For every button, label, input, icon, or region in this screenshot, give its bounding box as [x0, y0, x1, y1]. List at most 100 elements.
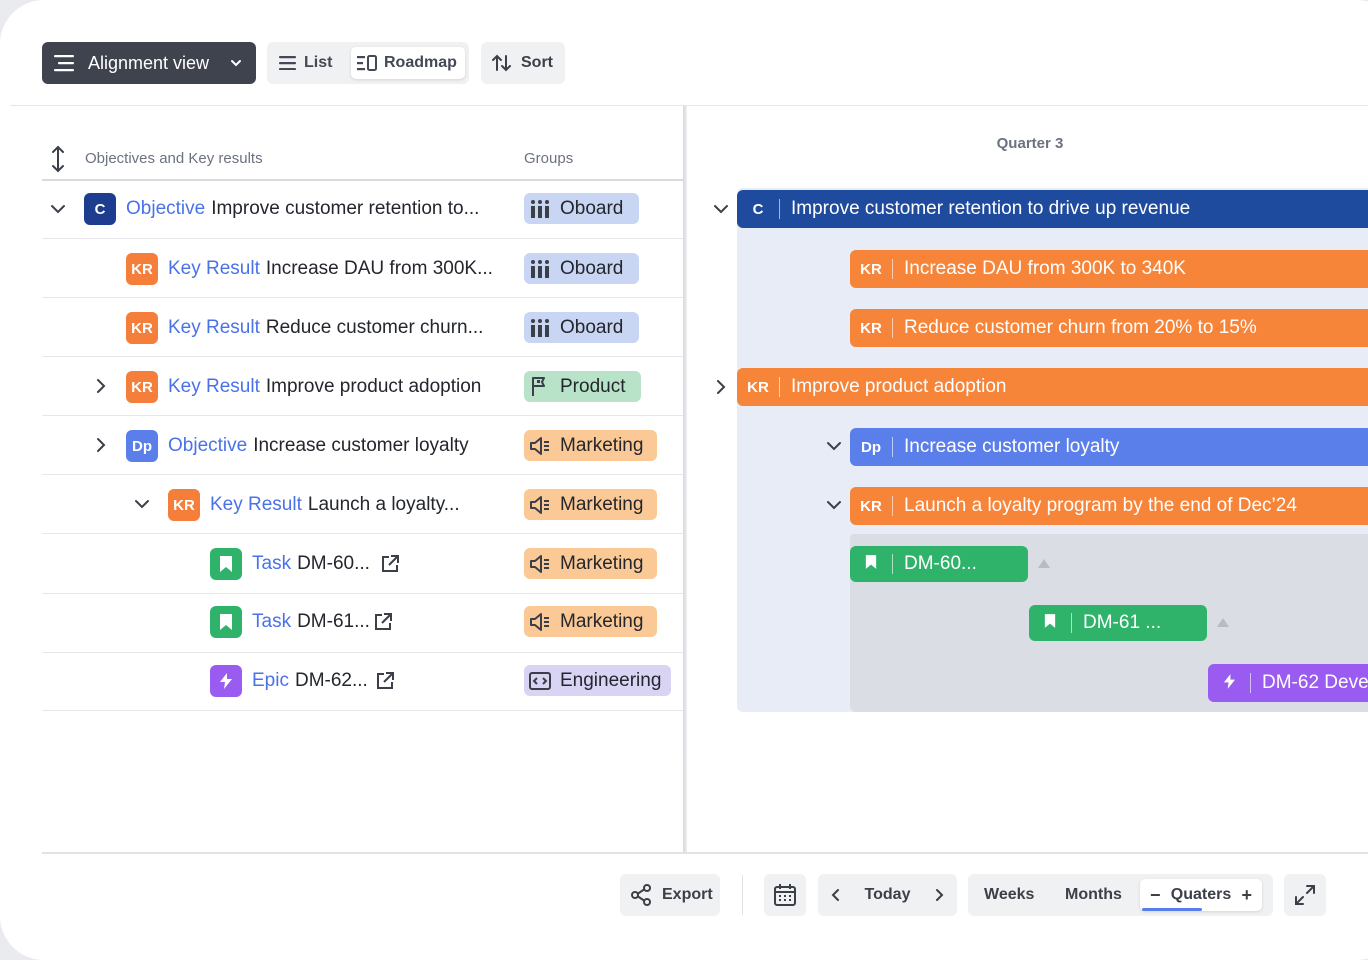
- fullscreen-button[interactable]: [1284, 874, 1326, 916]
- footer-divider: [42, 852, 1368, 854]
- time-scale-switcher: Weeks Months − Quaters +: [968, 874, 1273, 916]
- export-button[interactable]: Export: [620, 874, 720, 916]
- row-text: DM-61...: [297, 611, 370, 632]
- group-tag-marketing[interactable]: Marketing: [524, 489, 657, 520]
- roadmap-view-button[interactable]: Roadmap: [351, 47, 465, 79]
- app-window: Alignment view List Roadmap Sort Objecti…: [0, 0, 1368, 960]
- row-divider: [42, 415, 683, 416]
- expand-collapse-all-icon[interactable]: [50, 145, 66, 173]
- chevron-down-icon: [231, 60, 242, 67]
- row-title[interactable]: Task DM-61...: [252, 611, 370, 633]
- timeline-bar-objective[interactable]: Dp Increase customer loyalty: [850, 428, 1368, 466]
- timeline-bar-epic[interactable]: DM-62 Deve: [1208, 664, 1368, 702]
- chevron-down-icon[interactable]: [825, 496, 843, 514]
- group-tag-oboard[interactable]: Oboard: [524, 253, 639, 284]
- bar-text: Improve customer retention to drive up r…: [791, 198, 1191, 219]
- row-text: Reduce customer churn...: [265, 317, 484, 338]
- dependency-arrow-icon: [1038, 559, 1050, 568]
- chevron-down-icon[interactable]: [133, 495, 151, 513]
- bar-badge: KR: [747, 378, 769, 396]
- list-view-label: List: [304, 54, 333, 71]
- bar-text: DM-60...: [904, 553, 977, 574]
- chevron-right-icon[interactable]: [92, 377, 110, 395]
- calendar-icon: [774, 884, 796, 906]
- row-title[interactable]: Objective Increase customer loyalty: [168, 435, 469, 457]
- bar-badge: [1029, 613, 1071, 633]
- row-title[interactable]: Objective Improve customer retention to..…: [126, 198, 479, 220]
- group-tag-marketing[interactable]: Marketing: [524, 548, 657, 579]
- timeline-bar-objective[interactable]: C Improve customer retention to drive up …: [737, 190, 1368, 228]
- key-result-badge: KR: [126, 312, 158, 344]
- row-divider: [42, 652, 683, 653]
- list-icon: [279, 56, 296, 70]
- timeline-bar-key-result[interactable]: KR Improve product adoption: [737, 368, 1368, 406]
- chevron-down-icon[interactable]: [49, 200, 67, 218]
- sort-arrows-icon: [492, 54, 511, 72]
- chevron-down-icon[interactable]: [712, 200, 730, 218]
- quarter-header: Quarter 3: [996, 135, 1064, 152]
- list-view-button[interactable]: List: [277, 47, 334, 79]
- people-icon: [531, 259, 549, 278]
- months-option[interactable]: Months: [1065, 874, 1122, 916]
- today-button[interactable]: Today: [865, 886, 911, 904]
- row-type-label: Key Result: [168, 317, 260, 338]
- timeline-bar-key-result[interactable]: KR Increase DAU from 300K to 340K: [850, 250, 1368, 288]
- quarters-option[interactable]: − Quaters +: [1140, 879, 1262, 911]
- row-divider: [42, 297, 683, 298]
- department-objective-badge: Dp: [126, 430, 158, 462]
- group-tag-oboard[interactable]: Oboard: [524, 193, 639, 224]
- row-title[interactable]: Epic DM-62...: [252, 670, 368, 692]
- bar-divider: [1250, 673, 1251, 693]
- people-icon: [531, 318, 549, 337]
- group-tag-engineering[interactable]: Engineering: [524, 665, 671, 696]
- row-divider: [42, 593, 683, 594]
- roadmap-icon: [357, 55, 377, 71]
- bar-text: Reduce customer churn from 20% to 15%: [904, 317, 1257, 338]
- megaphone-icon: [530, 554, 549, 573]
- external-link-icon[interactable]: [380, 554, 400, 574]
- chevron-right-icon[interactable]: [712, 378, 730, 396]
- external-link-icon[interactable]: [375, 671, 395, 691]
- row-title[interactable]: Key Result Launch a loyalty...: [210, 494, 460, 516]
- bar-text: DM-61 ...: [1083, 612, 1162, 633]
- alignment-view-dropdown[interactable]: Alignment view: [42, 42, 256, 84]
- group-label: Oboard: [560, 316, 624, 338]
- row-title[interactable]: Key Result Reduce customer churn...: [168, 317, 483, 339]
- timeline-bar-task[interactable]: DM-60...: [850, 546, 1028, 582]
- bar-divider: [892, 496, 893, 516]
- bar-badge: KR: [860, 260, 882, 278]
- row-title[interactable]: Key Result Increase DAU from 300K...: [168, 258, 493, 280]
- weeks-option[interactable]: Weeks: [984, 874, 1034, 916]
- group-tag-marketing[interactable]: Marketing: [524, 430, 657, 461]
- chevron-down-icon[interactable]: [825, 437, 843, 455]
- today-navigator: Today: [818, 874, 957, 916]
- chevron-right-icon[interactable]: [92, 436, 110, 454]
- group-tag-oboard[interactable]: Oboard: [524, 312, 639, 343]
- bar-badge: [850, 554, 892, 574]
- group-tag-product[interactable]: Product: [524, 371, 641, 402]
- timeline-bar-key-result[interactable]: KR Reduce customer churn from 20% to 15%: [850, 309, 1368, 347]
- row-type-label: Key Result: [168, 258, 260, 279]
- row-title[interactable]: Task DM-60...: [252, 553, 370, 575]
- key-result-badge: KR: [126, 371, 158, 403]
- lightning-icon: [1223, 673, 1235, 689]
- external-link-icon[interactable]: [373, 612, 393, 632]
- calendar-button[interactable]: [764, 874, 806, 916]
- row-text: Improve customer retention to...: [211, 198, 480, 219]
- key-result-badge: KR: [126, 253, 158, 285]
- row-divider: [42, 238, 683, 239]
- header-divider: [42, 179, 683, 181]
- group-tag-marketing[interactable]: Marketing: [524, 606, 657, 637]
- panel-splitter[interactable]: [683, 106, 687, 852]
- zoom-in-icon[interactable]: +: [1241, 885, 1252, 906]
- bar-divider: [779, 377, 780, 397]
- chevron-left-icon[interactable]: [828, 887, 844, 903]
- row-title[interactable]: Key Result Improve product adoption: [168, 376, 481, 398]
- timeline-bar-task[interactable]: DM-61 ...: [1029, 605, 1207, 641]
- timeline-bar-key-result[interactable]: KR Launch a loyalty program by the end of…: [850, 487, 1368, 525]
- chevron-right-icon[interactable]: [931, 887, 947, 903]
- group-label: Engineering: [560, 669, 662, 691]
- sort-button[interactable]: Sort: [481, 42, 565, 84]
- dependency-arrow-icon: [1217, 618, 1229, 627]
- zoom-out-icon[interactable]: −: [1150, 885, 1161, 906]
